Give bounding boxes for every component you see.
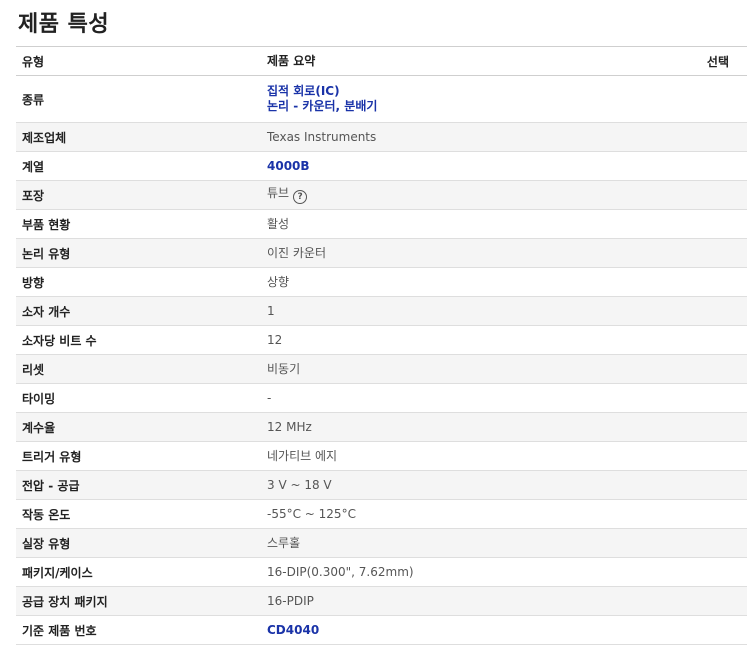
value-text: 12 (267, 332, 283, 347)
row-label: 부품 현황 (22, 217, 71, 232)
table-row: 공급 장치 패키지 16-PDIP (16, 587, 747, 616)
value-text: 3 V ~ 18 V (267, 477, 332, 492)
value-text: 스루홀 (267, 535, 301, 550)
table-row: 소자 개수 1 (16, 297, 747, 326)
row-value[interactable]: CD4040 (267, 623, 687, 638)
row-value[interactable]: 4000B (267, 159, 687, 174)
value-link[interactable]: CD4040 (267, 623, 319, 637)
row-label: 실장 유형 (22, 536, 71, 551)
table-row: 기준 제품 번호 CD4040 (16, 616, 747, 645)
row-value: 상향 (267, 275, 687, 290)
value-text: 튜브 (267, 186, 290, 200)
row-value: 활성 (267, 217, 687, 232)
row-label: 제조업체 (22, 130, 67, 145)
header-select: 선택 (706, 54, 729, 69)
row-label: 계수율 (22, 420, 56, 435)
table-row: 포장 튜브? (16, 181, 747, 210)
row-value: 스루홀 (267, 536, 687, 551)
value-text: 12 MHz (267, 419, 312, 434)
table-body: 종류 집적 회로(IC) 논리 - 카운터, 분배기제조업체 Texas Instru… (16, 76, 747, 645)
table-row: 타이밍 - (16, 384, 747, 413)
row-label: 트리거 유형 (22, 449, 82, 464)
value-text: 비동기 (267, 361, 301, 376)
value-text: 상향 (267, 274, 290, 289)
row-value: -55°C ~ 125°C (267, 507, 687, 522)
table-row: 리셋 비동기 (16, 355, 747, 384)
row-value: 12 MHz (267, 420, 687, 435)
table-row: 소자당 비트 수 12 (16, 326, 747, 355)
row-label: 소자당 비트 수 (22, 333, 97, 348)
table-row: 실장 유형 스루홀 (16, 529, 747, 558)
value-text: 1 (267, 303, 275, 318)
question-circle-icon[interactable]: ? (293, 190, 308, 204)
row-value[interactable]: 집적 회로(IC) 논리 - 카운터, 분배기 (267, 84, 687, 114)
row-value: - (267, 391, 687, 406)
row-value: 16-PDIP (267, 594, 687, 609)
value-link[interactable]: 논리 - 카운터, 분배기 (267, 99, 687, 114)
table-row: 부품 현황 활성 (16, 210, 747, 239)
value-text: 활성 (267, 216, 290, 231)
row-value: 3 V ~ 18 V (267, 478, 687, 493)
row-label: 공급 장치 패키지 (22, 594, 108, 609)
row-value: 1 (267, 304, 687, 319)
row-value: 이진 카운터 (267, 246, 687, 261)
table-row: 종류 집적 회로(IC) 논리 - 카운터, 분배기 (16, 76, 747, 123)
row-label: 기준 제품 번호 (22, 623, 97, 638)
value-text: 16-DIP(0.300", 7.62mm) (267, 564, 414, 579)
table-row: 작동 온도 -55°C ~ 125°C (16, 500, 747, 529)
row-label: 전압 - 공급 (22, 478, 80, 493)
value-link[interactable]: 4000B (267, 159, 310, 173)
row-label: 패키지/케이스 (22, 565, 93, 580)
value-text: 16-PDIP (267, 593, 314, 608)
table-row: 계열 4000B (16, 152, 747, 181)
table-row: 계수율 12 MHz (16, 413, 747, 442)
value-text: 이진 카운터 (267, 245, 327, 260)
row-label: 계열 (22, 159, 45, 174)
row-label: 논리 유형 (22, 246, 71, 261)
page-title: 제품 특성 (18, 12, 110, 37)
header-summary: 제품 요약 (267, 53, 316, 68)
value-text: Texas Instruments (267, 129, 377, 144)
table-row: 트리거 유형 네가티브 에지 (16, 442, 747, 471)
product-attributes-table: 유형 제품 요약 선택 종류 집적 회로(IC) 논리 - 카운터, 분배기제조업체… (16, 46, 747, 645)
row-label: 포장 (22, 188, 45, 203)
table-row: 전압 - 공급 3 V ~ 18 V (16, 471, 747, 500)
row-value: 12 (267, 333, 687, 348)
value-link[interactable]: 집적 회로(IC) (267, 84, 687, 99)
row-label: 작동 온도 (22, 507, 71, 522)
value-text: -55°C ~ 125°C (267, 506, 356, 521)
row-value: 16-DIP(0.300", 7.62mm) (267, 565, 687, 580)
row-value: 튜브? (267, 186, 687, 204)
row-value: 네가티브 에지 (267, 449, 687, 464)
value-text: 네가티브 에지 (267, 448, 338, 463)
row-label: 타이밍 (22, 391, 56, 406)
row-value: 비동기 (267, 362, 687, 377)
value-text: - (267, 390, 272, 405)
table-header-row: 유형 제품 요약 선택 (16, 47, 747, 76)
table-row: 패키지/케이스 16-DIP(0.300", 7.62mm) (16, 558, 747, 587)
row-label: 소자 개수 (22, 304, 71, 319)
row-label: 방향 (22, 275, 45, 290)
row-label: 종류 (22, 92, 45, 107)
row-label: 리셋 (22, 362, 45, 377)
table-row: 제조업체 Texas Instruments (16, 123, 747, 152)
table-row: 방향 상향 (16, 268, 747, 297)
row-value: Texas Instruments (267, 130, 687, 145)
table-row: 논리 유형 이진 카운터 (16, 239, 747, 268)
header-type: 유형 (22, 54, 45, 69)
